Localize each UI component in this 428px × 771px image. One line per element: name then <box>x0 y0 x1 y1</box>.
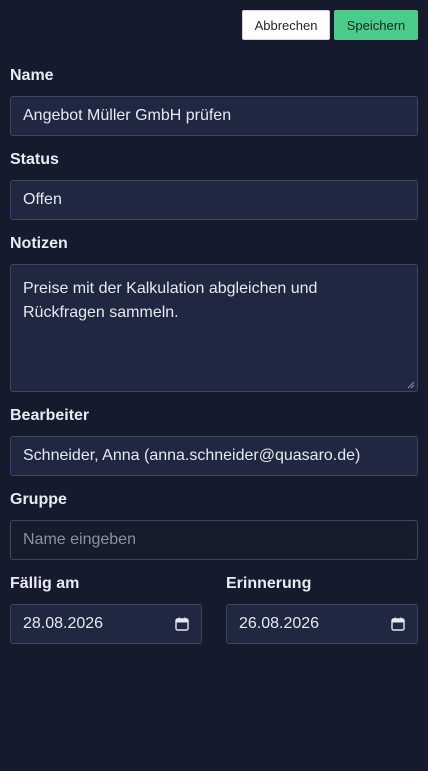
toolbar: Abbrechen Speichern <box>242 10 418 40</box>
reminder-date-value: 26.08.2026 <box>239 615 320 632</box>
notes-textarea[interactable]: Preise mit der Kalkulation abgleichen un… <box>10 264 418 392</box>
group-input[interactable]: Name eingeben <box>10 520 418 560</box>
name-label: Name <box>10 67 54 84</box>
resize-handle-icon[interactable] <box>407 381 415 389</box>
group-placeholder: Name eingeben <box>23 531 136 548</box>
notes-line-2: Rückfragen sammeln. <box>23 304 179 321</box>
due-date-label: Fällig am <box>10 575 80 592</box>
name-value: Angebot Müller GmbH prüfen <box>23 107 232 124</box>
due-date-field[interactable]: 28.08.2026 <box>10 604 202 644</box>
status-field[interactable]: Offen <box>10 180 418 220</box>
notes-label: Notizen <box>10 235 68 252</box>
cancel-button[interactable]: Abbrechen <box>242 10 330 40</box>
status-value: Offen <box>23 191 62 208</box>
assignee-field[interactable]: Schneider, Anna (anna.schneider@quasaro.… <box>10 436 418 476</box>
due-date-value: 28.08.2026 <box>23 615 104 632</box>
assignee-label: Bearbeiter <box>10 407 90 424</box>
reminder-date-field[interactable]: 26.08.2026 <box>226 604 418 644</box>
calendar-icon[interactable] <box>175 617 189 631</box>
assignee-value: Schneider, Anna (anna.schneider@quasaro.… <box>23 447 361 464</box>
status-label: Status <box>10 151 59 168</box>
save-button[interactable]: Speichern <box>334 10 418 40</box>
reminder-label: Erinnerung <box>226 575 312 592</box>
name-field[interactable]: Angebot Müller GmbH prüfen <box>10 96 418 136</box>
calendar-icon[interactable] <box>391 617 405 631</box>
group-label: Gruppe <box>10 491 67 508</box>
notes-line-1: Preise mit der Kalkulation abgleichen un… <box>23 280 318 297</box>
